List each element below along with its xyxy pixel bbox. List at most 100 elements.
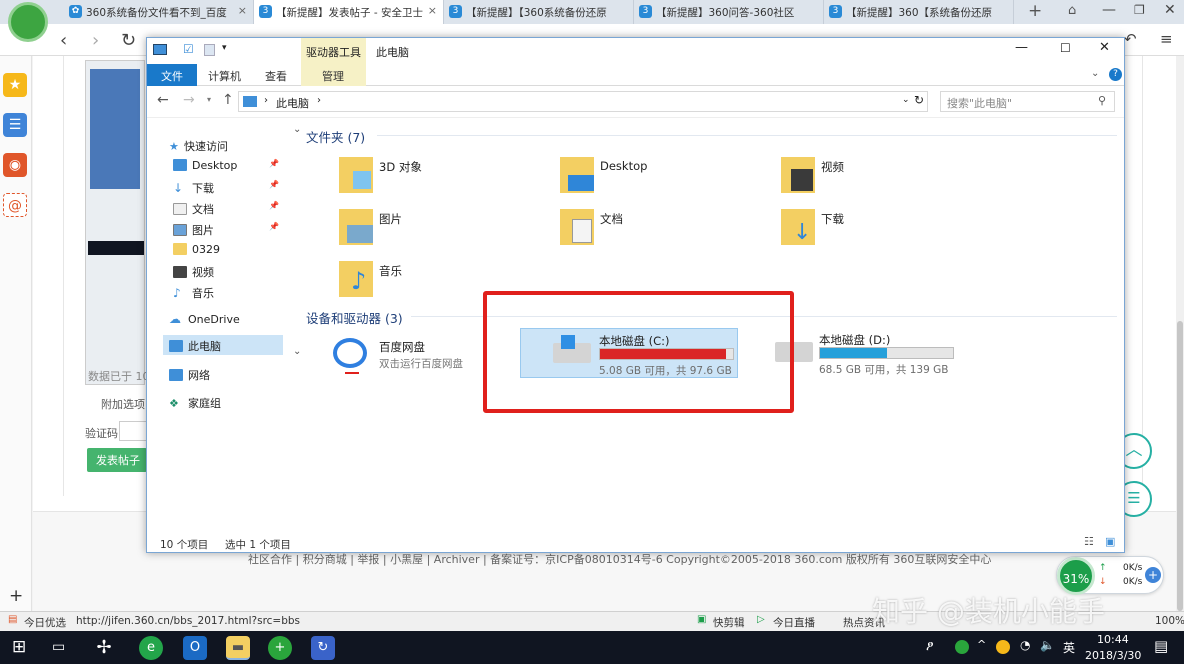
notification-icon[interactable]: ▤ [1154, 637, 1168, 655]
search-icon[interactable]: ⚲ [1098, 94, 1106, 107]
outlook-icon[interactable]: O [183, 636, 207, 660]
post-button[interactable]: 发表帖子 [87, 448, 147, 472]
forward-icon[interactable]: › [92, 30, 99, 51]
addon-options-link[interactable]: 附加选项 [101, 396, 145, 412]
360-tray-icon[interactable] [955, 640, 969, 654]
folder-3d-objects[interactable]: 3D 对象 [339, 153, 539, 201]
input-lang[interactable]: 英 [1063, 639, 1075, 656]
expand-ribbon-icon[interactable]: ⌄ [1091, 68, 1099, 79]
add-icon[interactable]: + [9, 586, 23, 606]
shirt-icon[interactable]: ⌂ [1068, 3, 1076, 18]
network-speed-widget[interactable]: 31% ↑ 0K/s ↓ 0K/s + [1056, 556, 1164, 595]
tab-5[interactable]: 3 【新提醒】360【系统备份还原 [824, 0, 1014, 24]
folder-downloads[interactable]: ↓ 下载 [781, 205, 981, 253]
today-picks[interactable]: 今日优选 [24, 615, 66, 630]
search-input[interactable]: 搜索"此电脑" ⚲ [940, 91, 1115, 112]
minimize-icon[interactable]: — [1102, 2, 1116, 18]
nav-network[interactable]: 网络 [169, 364, 293, 384]
large-icons-view-icon[interactable]: ▣ [1105, 535, 1115, 548]
new-folder-icon[interactable] [204, 44, 215, 56]
tab-view[interactable]: 查看 [265, 68, 287, 84]
footer-links[interactable]: 社区合作 | 积分商城 | 举报 | 小黑屋 | Archiver | 备案证号… [248, 551, 991, 567]
people-icon[interactable]: ፆ [926, 639, 934, 654]
nav-videos[interactable]: 视频 [173, 261, 297, 281]
breadcrumb-thispc[interactable]: 此电脑 [276, 95, 309, 111]
collapse-chevron-icon[interactable]: ⌄ [293, 346, 301, 357]
file-explorer-icon[interactable]: ▬ [226, 636, 250, 660]
zoom-level[interactable]: 100% [1155, 615, 1184, 627]
scrollbar[interactable] [1176, 56, 1184, 611]
windows-start-icon[interactable]: ⊞ [12, 637, 26, 657]
up-icon[interactable]: ↑ [222, 92, 234, 108]
nav-homegroup[interactable]: ❖ 家庭组 [169, 392, 293, 412]
mail-icon[interactable]: @ [3, 193, 27, 217]
tab-computer[interactable]: 计算机 [208, 68, 241, 84]
tab-manage[interactable]: 管理 [322, 68, 344, 84]
devices-group-header[interactable]: 设备和驱动器 (3) [306, 308, 403, 327]
folder-pictures[interactable]: 图片 [339, 205, 539, 253]
path-dropdown-icon[interactable]: ⌄ [902, 95, 910, 105]
security-tray-icon[interactable] [996, 640, 1010, 654]
help-icon[interactable]: ? [1109, 68, 1122, 81]
nav-downloads[interactable]: ↓ 下载 📌 [173, 177, 297, 197]
task-view-icon[interactable]: ▭ [52, 639, 65, 655]
nav-documents[interactable]: 文档 📌 [173, 198, 297, 218]
360-guard-icon[interactable]: + [268, 636, 292, 660]
weibo-icon[interactable]: ◉ [3, 153, 27, 177]
nav-desktop[interactable]: Desktop 📌 [173, 156, 297, 176]
properties-icon[interactable]: ☑ [183, 42, 194, 56]
volume-icon[interactable]: 🔈 [1040, 638, 1055, 652]
clock-date[interactable]: 2018/3/30 [1085, 649, 1141, 662]
360-restore-icon[interactable]: ↻ [311, 636, 335, 660]
wifi-icon[interactable]: ◔ [1020, 638, 1030, 652]
drive-d[interactable]: 本地磁盘 (D:) 68.5 GB 可用，共 139 GB [775, 328, 995, 378]
folder-desktop[interactable]: Desktop [560, 153, 760, 201]
captcha-input[interactable] [119, 421, 147, 441]
360-browser-icon[interactable]: e [139, 636, 163, 660]
folders-group-header[interactable]: 文件夹 (7) [306, 127, 365, 146]
dropdown-icon[interactable]: ▾ [222, 43, 227, 53]
star-icon[interactable]: ★ [3, 73, 27, 97]
tab-file[interactable]: 文件 [147, 64, 197, 86]
tab-2[interactable]: 3 【新提醒】发表帖子 - 安全卫士 × [254, 0, 444, 24]
collapse-chevron-icon[interactable]: ⌄ [293, 124, 301, 135]
tab-3[interactable]: 3 【新提醒】【360系统备份还原 [444, 0, 634, 24]
refresh-icon[interactable]: ↻ [121, 30, 136, 51]
close-icon[interactable]: × [428, 4, 437, 17]
quick-clip[interactable]: 快剪辑 [713, 615, 745, 630]
new-tab-button[interactable]: + [1028, 1, 1042, 21]
close-icon[interactable]: ✕ [1099, 40, 1110, 55]
details-view-icon[interactable]: ☷ [1084, 535, 1094, 548]
back-icon[interactable]: ‹ [60, 30, 67, 51]
nav-onedrive[interactable]: ☁ OneDrive [169, 309, 293, 329]
user-avatar[interactable] [8, 2, 48, 42]
attachment-thumbnail[interactable] [85, 60, 145, 385]
undo-icon[interactable]: ↶ [1124, 30, 1137, 48]
live-today[interactable]: 今日直播 [773, 615, 815, 630]
minimize-icon[interactable]: — [1015, 40, 1028, 55]
close-icon[interactable]: × [238, 4, 247, 17]
restore-icon[interactable]: ❐ [1134, 3, 1145, 17]
maximize-icon[interactable]: ☐ [1060, 41, 1071, 55]
nav-folder-0329[interactable]: 0329 [173, 240, 297, 260]
close-icon[interactable]: ✕ [1164, 2, 1176, 18]
forward-icon[interactable]: → [183, 92, 195, 108]
boost-icon[interactable]: + [1145, 567, 1161, 583]
tab-1[interactable]: ✿ 360系统备份文件看不到_百度 × [64, 0, 254, 24]
folder-videos[interactable]: 视频 [781, 153, 981, 201]
tab-4[interactable]: 3 【新提醒】360问答-360社区 [634, 0, 824, 24]
clock-time[interactable]: 10:44 [1097, 633, 1129, 646]
fan-app-icon[interactable]: ✢ [92, 636, 116, 660]
baidu-netdisk[interactable]: 百度网盘 双击运行百度网盘 [333, 334, 503, 384]
back-icon[interactable]: ← [157, 92, 169, 108]
tray-chevron-icon[interactable]: ^ [977, 638, 986, 651]
nav-pictures[interactable]: 图片 📌 [173, 219, 297, 239]
refresh-icon[interactable]: ↻ [914, 93, 924, 107]
menu-icon[interactable]: ≡ [1160, 30, 1173, 48]
nav-quick-access[interactable]: ★ 快速访问 [169, 135, 293, 155]
nav-music[interactable]: ♪ 音乐 [173, 282, 297, 302]
address-path[interactable]: › 此电脑 › ⌄ ↻ [238, 91, 928, 112]
list-icon[interactable]: ☰ [3, 113, 27, 137]
recent-dropdown-icon[interactable]: ▾ [207, 95, 211, 104]
nav-thispc[interactable]: 此电脑 [163, 335, 283, 355]
